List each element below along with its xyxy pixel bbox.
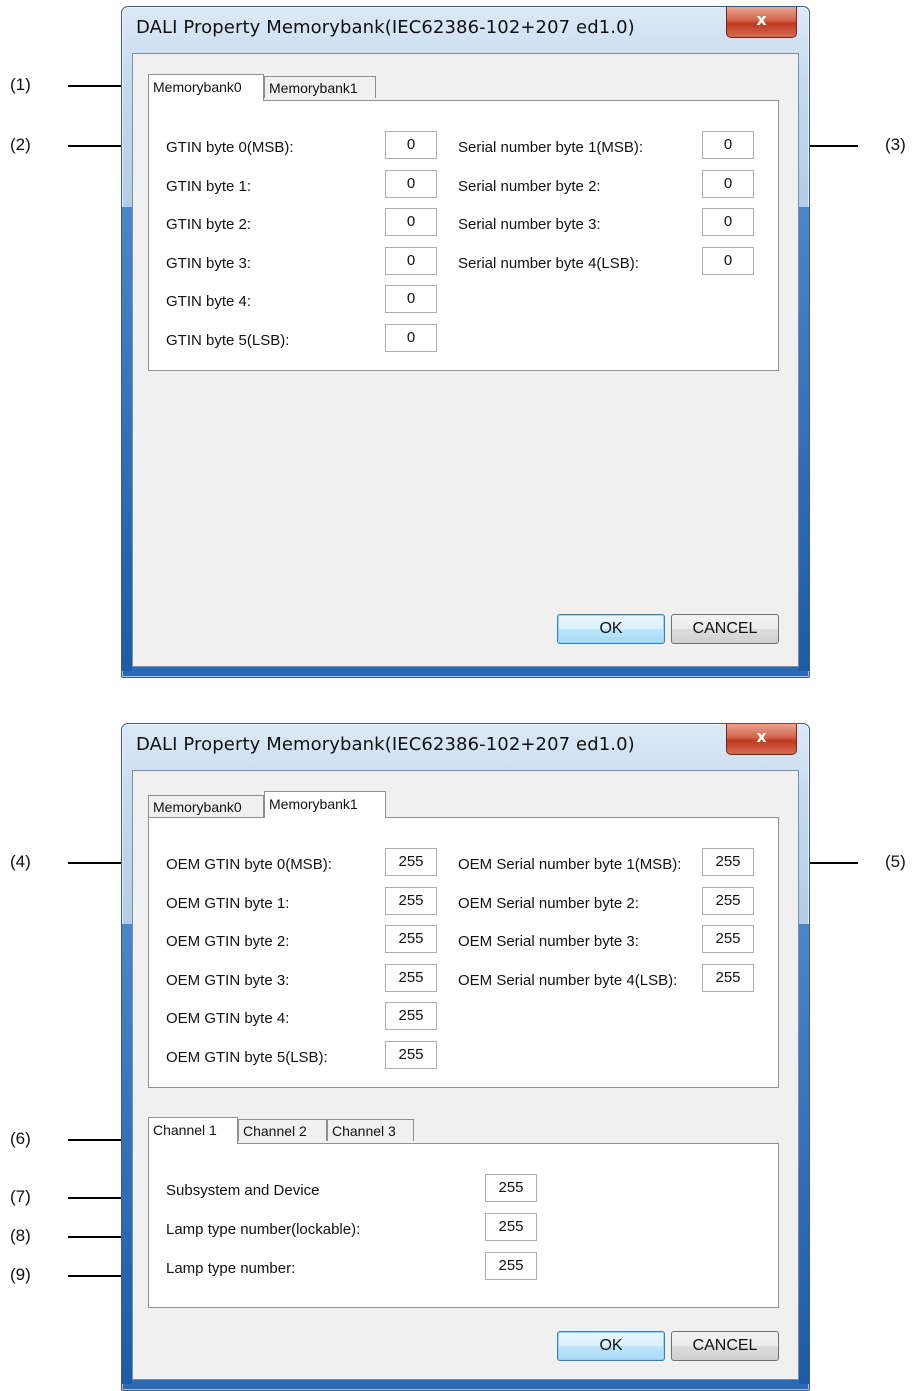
oem-gtin-byte-3-label: OEM GTIN byte 3:: [166, 972, 290, 989]
oem-serial-byte-3-field[interactable]: 255: [702, 925, 754, 953]
callout-8: (8): [10, 1226, 31, 1245]
callout-3: (3): [885, 135, 906, 154]
gtin-byte-4-field[interactable]: 0: [385, 285, 437, 313]
serial-byte-2-field[interactable]: 0: [702, 170, 754, 198]
tab-memorybank1[interactable]: Memorybank1: [264, 791, 386, 818]
memorybank-dialog-2: DALI Property Memorybank(IEC62386-102+20…: [121, 723, 810, 1391]
close-icon: x: [756, 727, 767, 746]
memorybank-dialog-1: DALI Property Memorybank(IEC62386-102+20…: [121, 6, 810, 678]
callout-1: (1): [10, 75, 31, 94]
tab-channel-2[interactable]: Channel 2: [238, 1119, 327, 1141]
cancel-button[interactable]: CANCEL: [671, 614, 779, 644]
serial-byte-1-field[interactable]: 0: [702, 131, 754, 159]
oem-gtin-byte-0-field[interactable]: 255: [385, 848, 437, 876]
lamp-type-label: Lamp type number:: [166, 1260, 296, 1277]
gtin-byte-0-field[interactable]: 0: [385, 131, 437, 159]
oem-gtin-byte-1-label: OEM GTIN byte 1:: [166, 895, 290, 912]
lamp-type-lockable-label: Lamp type number(lockable):: [166, 1221, 361, 1238]
serial-byte-3-field[interactable]: 0: [702, 208, 754, 236]
serial-byte-4-label: Serial number byte 4(LSB):: [458, 255, 639, 272]
oem-gtin-byte-2-label: OEM GTIN byte 2:: [166, 933, 290, 950]
dialog-client-area: Memorybank0 Memorybank1 OEM GTIN byte 0(…: [132, 770, 799, 1380]
callout-6: (6): [10, 1129, 31, 1148]
callout-7: (7): [10, 1187, 31, 1206]
oem-serial-byte-2-field[interactable]: 255: [702, 887, 754, 915]
tab-channel-1[interactable]: Channel 1: [148, 1117, 238, 1144]
oem-gtin-byte-0-label: OEM GTIN byte 0(MSB):: [166, 856, 332, 873]
ok-button[interactable]: OK: [557, 614, 665, 644]
gtin-byte-3-field[interactable]: 0: [385, 247, 437, 275]
callout-4: (4): [10, 852, 31, 871]
gtin-byte-4-label: GTIN byte 4:: [166, 293, 252, 310]
lamp-type-field[interactable]: 255: [485, 1252, 537, 1280]
gtin-byte-0-label: GTIN byte 0(MSB):: [166, 139, 294, 156]
gtin-byte-3-label: GTIN byte 3:: [166, 255, 252, 272]
oem-gtin-byte-4-label: OEM GTIN byte 4:: [166, 1010, 290, 1027]
serial-byte-1-label: Serial number byte 1(MSB):: [458, 139, 644, 156]
channel-tabs: Channel 1 Channel 2 Channel 3: [148, 1117, 428, 1144]
ok-button[interactable]: OK: [557, 1331, 665, 1361]
oem-serial-byte-4-field[interactable]: 255: [702, 964, 754, 992]
oem-serial-byte-2-label: OEM Serial number byte 2:: [458, 895, 639, 912]
window-title: DALI Property Memorybank(IEC62386-102+20…: [136, 734, 635, 755]
callout-2: (2): [10, 135, 31, 154]
channel-panel: Subsystem and Device 255 Lamp type numbe…: [148, 1143, 779, 1308]
callout-9: (9): [10, 1265, 31, 1284]
tab-memorybank0[interactable]: Memorybank0: [148, 74, 264, 101]
gtin-byte-2-label: GTIN byte 2:: [166, 216, 252, 233]
serial-byte-3-label: Serial number byte 3:: [458, 216, 601, 233]
cancel-button[interactable]: CANCEL: [671, 1331, 779, 1361]
oem-gtin-byte-1-field[interactable]: 255: [385, 887, 437, 915]
memorybank1-panel: OEM GTIN byte 0(MSB): 255 OEM GTIN byte …: [148, 817, 779, 1088]
oem-gtin-byte-3-field[interactable]: 255: [385, 964, 437, 992]
gtin-byte-1-label: GTIN byte 1:: [166, 178, 252, 195]
gtin-byte-2-field[interactable]: 0: [385, 208, 437, 236]
oem-serial-byte-1-label: OEM Serial number byte 1(MSB):: [458, 856, 682, 873]
memorybank0-panel: GTIN byte 0(MSB): 0 GTIN byte 1: 0 GTIN …: [148, 100, 779, 371]
gtin-byte-5-field[interactable]: 0: [385, 324, 437, 352]
oem-serial-byte-4-label: OEM Serial number byte 4(LSB):: [458, 972, 678, 989]
tab-memorybank1[interactable]: Memorybank1: [264, 76, 376, 98]
close-icon: x: [756, 10, 767, 29]
close-button[interactable]: x: [726, 724, 797, 755]
subsystem-device-field[interactable]: 255: [485, 1174, 537, 1202]
lamp-type-lockable-field[interactable]: 255: [485, 1213, 537, 1241]
oem-gtin-byte-5-label: OEM GTIN byte 5(LSB):: [166, 1049, 328, 1066]
close-button[interactable]: x: [726, 7, 797, 38]
memorybank-tabs: Memorybank0 Memorybank1: [148, 791, 408, 818]
gtin-byte-5-label: GTIN byte 5(LSB):: [166, 332, 290, 349]
gtin-byte-1-field[interactable]: 0: [385, 170, 437, 198]
memorybank-tabs: Memorybank0 Memorybank1: [148, 74, 408, 101]
oem-gtin-byte-2-field[interactable]: 255: [385, 925, 437, 953]
tab-memorybank0[interactable]: Memorybank0: [148, 795, 264, 817]
dialog-client-area: Memorybank0 Memorybank1 GTIN byte 0(MSB)…: [132, 53, 799, 667]
window-title: DALI Property Memorybank(IEC62386-102+20…: [136, 17, 635, 38]
oem-serial-byte-1-field[interactable]: 255: [702, 848, 754, 876]
subsystem-device-label: Subsystem and Device: [166, 1182, 320, 1199]
oem-gtin-byte-5-field[interactable]: 255: [385, 1041, 437, 1069]
serial-byte-4-field[interactable]: 0: [702, 247, 754, 275]
oem-gtin-byte-4-field[interactable]: 255: [385, 1002, 437, 1030]
serial-byte-2-label: Serial number byte 2:: [458, 178, 601, 195]
tab-channel-3[interactable]: Channel 3: [327, 1119, 414, 1141]
callout-5: (5): [885, 852, 906, 871]
oem-serial-byte-3-label: OEM Serial number byte 3:: [458, 933, 639, 950]
